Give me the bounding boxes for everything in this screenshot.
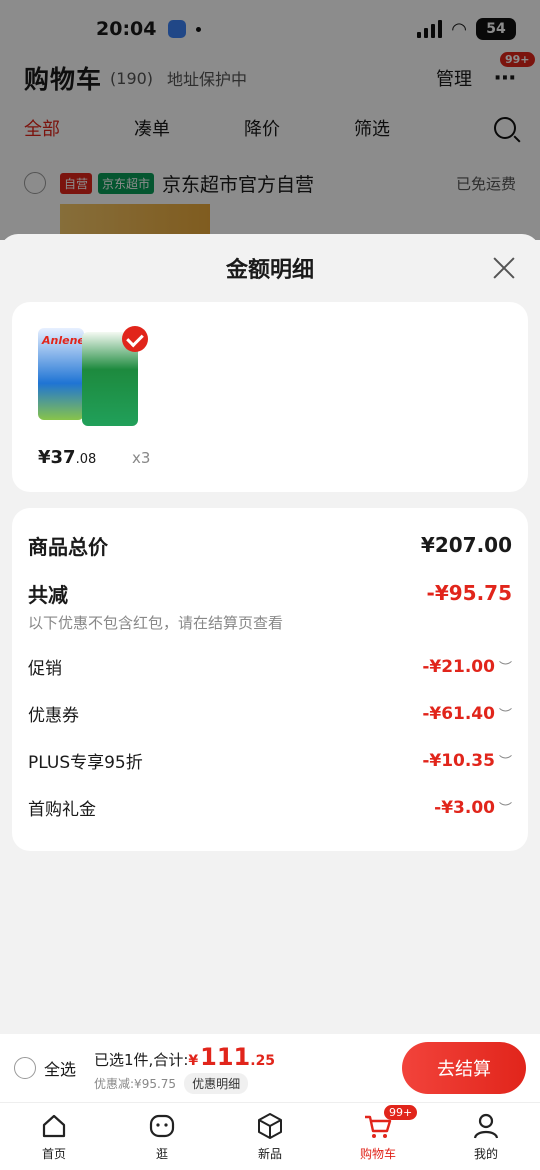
select-all-checkbox[interactable] <box>14 1057 36 1079</box>
total-reduction-value: -¥95.75 <box>426 581 512 605</box>
tab-label: 新品 <box>257 1147 282 1161</box>
product-card: Anlene ¥37.08 x3 <box>12 302 528 492</box>
discount-label: 首购礼金 <box>28 800 96 820</box>
checkout-amount-dec: .25 <box>250 1052 276 1069</box>
close-icon[interactable] <box>492 256 516 280</box>
sheet-title: 金额明细 <box>225 258 314 283</box>
tab-browse[interactable]: 逛 <box>108 1103 216 1170</box>
discount-value: -¥61.40 <box>422 703 495 724</box>
product-price: ¥37.08 <box>38 447 96 468</box>
discount-value: -¥21.00 <box>422 656 495 677</box>
total-line: 已选1件,合计: ¥ 111 .25 <box>94 1043 275 1071</box>
cart-badge: 99+ <box>384 1105 418 1120</box>
checkout-bar: 全选 已选1件,合计: ¥ 111 .25 优惠减:¥95.75 优惠明细 去结… <box>0 1034 540 1102</box>
total-price-label: 商品总价 <box>28 534 108 559</box>
check-icon <box>122 326 148 352</box>
discount-value: -¥10.35 <box>422 750 495 771</box>
chevron-down-icon: ︶ <box>498 660 512 676</box>
total-reduction-row: 共减 -¥95.75 <box>28 576 512 610</box>
total-price-value: ¥207.00 <box>420 533 512 557</box>
total-price-row: 商品总价 ¥207.00 <box>28 528 512 562</box>
sheet-header: 金额明细 <box>0 234 540 302</box>
bottom-tab-bar: 首页 逛 新品 购物车 99+ 我的 <box>0 1102 540 1170</box>
tab-label: 逛 <box>155 1147 168 1161</box>
discount-detail-button[interactable]: 优惠明细 <box>184 1072 249 1094</box>
discount-value: -¥3.00 <box>434 797 495 818</box>
price-breakdown-card: 商品总价 ¥207.00 共减 -¥95.75 以下优惠不包含红包，请在结算页查… <box>12 508 528 851</box>
product-quantity: x3 <box>132 449 151 467</box>
tab-label: 购物车 <box>359 1147 396 1161</box>
product-price-int: ¥37 <box>38 447 76 468</box>
discount-row-coupon[interactable]: 优惠券 -¥61.40 ︶ <box>28 690 512 737</box>
selected-count-label: 已选1件,合计: <box>94 1050 189 1069</box>
checkout-button[interactable]: 去结算 <box>402 1042 526 1094</box>
cube-icon <box>255 1111 285 1141</box>
chevron-down-icon: ︶ <box>498 801 512 817</box>
reduction-note: 以下优惠不包含红包，请在结算页查看 <box>28 614 284 632</box>
amount-detail-sheet: 金额明细 Anlene ¥37.08 x3 商品总价 ¥207.00 共减 -¥… <box>0 234 540 1034</box>
checkout-amount-int: 111 <box>200 1042 251 1071</box>
tab-profile[interactable]: 我的 <box>432 1103 540 1170</box>
tab-home[interactable]: 首页 <box>0 1103 108 1170</box>
discount-row-first-purchase[interactable]: 首购礼金 -¥3.00 ︶ <box>28 784 512 831</box>
discount-label: 优惠券 <box>28 706 79 726</box>
discount-row-plus[interactable]: PLUS专享95折 -¥10.35 ︶ <box>28 737 512 784</box>
discount-summary: 优惠减:¥95.75 <box>94 1076 177 1091</box>
modal-overlay[interactable] <box>0 0 540 240</box>
discount-line: 优惠减:¥95.75 优惠明细 <box>94 1072 275 1094</box>
tab-cart[interactable]: 购物车 99+ <box>324 1103 432 1170</box>
browse-icon <box>147 1111 177 1141</box>
product-image[interactable]: Anlene <box>38 320 148 428</box>
total-reduction-label: 共减 <box>28 582 68 607</box>
select-all-label: 全选 <box>44 1060 77 1079</box>
product-brand: Anlene <box>42 334 85 347</box>
tab-label: 我的 <box>473 1147 498 1161</box>
discount-row-promotion[interactable]: 促销 -¥21.00 ︶ <box>28 643 512 690</box>
profile-icon <box>471 1111 501 1141</box>
select-all-toggle[interactable]: 全选 <box>14 1056 76 1080</box>
tab-label: 首页 <box>41 1147 66 1161</box>
discount-label: 促销 <box>28 659 62 679</box>
chevron-down-icon: ︶ <box>498 707 512 723</box>
discount-label: PLUS专享95折 <box>28 753 143 773</box>
checkout-summary: 已选1件,合计: ¥ 111 .25 优惠减:¥95.75 优惠明细 <box>94 1043 275 1094</box>
home-icon <box>39 1111 69 1141</box>
currency-symbol: ¥ <box>188 1052 199 1069</box>
product-price-dec: .08 <box>75 452 97 467</box>
chevron-down-icon: ︶ <box>498 754 512 770</box>
tab-new[interactable]: 新品 <box>216 1103 324 1170</box>
product-can-left: Anlene <box>38 328 85 420</box>
